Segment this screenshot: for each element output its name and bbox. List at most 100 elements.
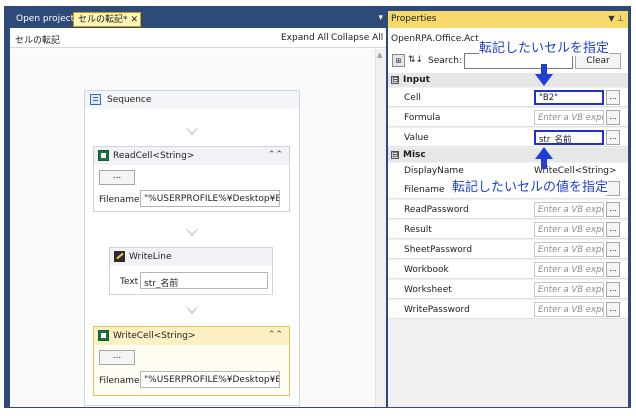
collapse-toggle-icon[interactable]: ⊟ <box>391 76 399 84</box>
writeline-header: WriteLine <box>110 248 272 266</box>
collapse-chevron-icon[interactable]: ⌃⌃ <box>268 330 283 340</box>
property-grid-empty-area <box>388 320 628 407</box>
property-row-sheetpassword: SheetPassword Enter a VB expr ... <box>388 240 628 259</box>
expression-editor-button[interactable]: ... <box>606 282 620 297</box>
sequence-icon <box>90 94 101 105</box>
sequence-title: Sequence <box>107 95 152 105</box>
drop-target-arrow-icon <box>186 128 198 135</box>
property-name: Worksheet <box>404 285 452 295</box>
sheetpassword-value-field[interactable]: Enter a VB expr <box>534 242 604 257</box>
sequence-header: Sequence <box>85 91 299 109</box>
collapse-all-button[interactable]: Collapse All <box>331 33 383 43</box>
expression-editor-button[interactable]: ... <box>606 90 620 105</box>
selected-type-name: OpenRPA.Office.Act <box>391 34 479 44</box>
property-row-worksheet: Worksheet Enter a VB expr ... <box>388 280 628 299</box>
writecell-filename-field[interactable]: "%USERPROFILE%¥Desktop¥Exc <box>140 371 280 388</box>
properties-title-bar: Properties ▼ ⊥ <box>388 11 628 28</box>
expression-editor-button[interactable]: ... <box>606 110 620 125</box>
writecell-options-button[interactable]: ... <box>99 350 135 365</box>
scroll-up-icon[interactable]: ▲ <box>377 51 382 59</box>
cell-value-field[interactable]: "B2" <box>534 90 604 105</box>
property-row-value: Value str_名前 ... <box>388 128 628 147</box>
filename-browse-button[interactable] <box>606 181 620 196</box>
expression-editor-button[interactable]: ... <box>606 242 620 257</box>
annotation-cell-note: 転記したいセルを指定 <box>479 37 610 56</box>
expand-all-button[interactable]: Expand All <box>281 33 329 43</box>
property-row-cell: Cell "B2" ... <box>388 88 628 107</box>
collapse-chevron-icon[interactable]: ⌃⌃ <box>268 150 283 160</box>
excel-icon <box>98 150 109 161</box>
writeline-text-label: Text <box>120 277 139 287</box>
property-row-displayname: DisplayName WriteCell<String> <box>388 163 628 177</box>
expression-editor-button[interactable]: ... <box>606 302 620 317</box>
writecell-activity[interactable]: WriteCell<String> ⌃⌃ ... Filename "%USER… <box>93 326 290 396</box>
document-tab-bar: Open project セルの転記* ✕ ▾ <box>10 11 386 28</box>
property-name: Workbook <box>404 265 449 275</box>
drop-target-arrow-icon <box>186 307 198 314</box>
property-name: Value <box>404 133 429 143</box>
writeline-title: WriteLine <box>129 252 172 262</box>
property-row-writepassword: WritePassword Enter a VB expr ... <box>388 300 628 319</box>
property-name: WritePassword <box>404 305 470 315</box>
worksheet-value-field[interactable]: Enter a VB expr <box>534 282 604 297</box>
close-icon[interactable]: ✕ <box>131 15 139 25</box>
writeline-icon <box>114 251 125 262</box>
tab-workflow[interactable]: セルの転記* ✕ <box>73 12 142 27</box>
writeline-text-field[interactable]: str_名前 <box>140 272 268 289</box>
readcell-activity[interactable]: ReadCell<String> ⌃⌃ ... Filename "%USERP… <box>93 146 290 212</box>
property-name: Cell <box>404 93 421 103</box>
property-row-workbook: Workbook Enter a VB expr ... <box>388 260 628 279</box>
properties-panel: Properties ▼ ⊥ OpenRPA.Office.Act ⊞ ⇅↓ S… <box>388 11 628 407</box>
result-value-field[interactable]: Enter a VB expr <box>534 222 604 237</box>
writepassword-value-field[interactable]: Enter a VB expr <box>534 302 604 317</box>
properties-title: Properties <box>391 14 437 24</box>
category-input[interactable]: ⊟ Input <box>388 73 628 87</box>
designer-header: セルの転記 Expand All Collapse All <box>10 29 386 48</box>
category-label: Misc <box>403 150 426 160</box>
property-name: ReadPassword <box>404 205 469 215</box>
readcell-header: ReadCell<String> ⌃⌃ <box>94 147 289 165</box>
property-name: DisplayName <box>404 166 464 176</box>
readcell-filename-label: Filename <box>99 195 140 205</box>
collapse-toggle-icon[interactable]: ⊟ <box>391 151 399 159</box>
drop-target-arrow-icon <box>186 229 198 236</box>
property-name: Result <box>404 225 432 235</box>
tab-open-project[interactable]: Open project <box>12 12 78 27</box>
expression-editor-button[interactable]: ... <box>606 202 620 217</box>
workflow-breadcrumb: セルの転記 <box>15 36 61 46</box>
value-value-field[interactable]: str_名前 <box>534 130 604 145</box>
writeline-activity[interactable]: WriteLine Text str_名前 <box>109 247 273 295</box>
property-name: SheetPassword <box>404 245 473 255</box>
property-name: Filename <box>404 185 445 195</box>
excel-icon <box>98 330 109 341</box>
tab-workflow-label: セルの転記* <box>78 15 128 25</box>
property-row-result: Result Enter a VB expr ... <box>388 220 628 239</box>
readcell-options-button[interactable]: ... <box>99 170 135 185</box>
tab-dropdown-icon[interactable]: ▾ <box>378 13 383 23</box>
annotation-value-note: 転記したいセルの値を指定 <box>452 176 609 195</box>
annotation-up-arrow-icon <box>535 147 553 169</box>
property-row-readpassword: ReadPassword Enter a VB expr ... <box>388 200 628 219</box>
annotation-down-arrow-icon <box>535 64 553 86</box>
formula-value-field[interactable]: Enter a VB expr <box>534 110 604 125</box>
expression-editor-button[interactable]: ... <box>606 130 620 145</box>
readpassword-value-field[interactable]: Enter a VB expr <box>534 202 604 217</box>
categorized-view-icon[interactable]: ⊞ <box>392 54 405 67</box>
vertical-scrollbar[interactable]: ▲ <box>375 49 386 407</box>
property-row-formula: Formula Enter a VB expr ... <box>388 108 628 127</box>
pin-dropdown-icon[interactable]: ▼ ⊥ <box>608 14 624 23</box>
expression-editor-button[interactable]: ... <box>606 262 620 277</box>
search-label: Search: <box>428 56 462 66</box>
alphabetical-sort-icon[interactable]: ⇅↓ <box>408 54 423 67</box>
writecell-header: WriteCell<String> ⌃⌃ <box>94 327 289 345</box>
workbook-value-field[interactable]: Enter a VB expr <box>534 262 604 277</box>
readcell-filename-field[interactable]: "%USERPROFILE%¥Desktop¥Exc <box>140 190 280 207</box>
expression-editor-button[interactable]: ... <box>606 222 620 237</box>
category-misc[interactable]: ⊟ Misc <box>388 148 628 162</box>
writecell-filename-label: Filename <box>99 376 140 386</box>
property-grid: ⊟ Input Cell "B2" ... Formula Enter a VB… <box>388 73 628 407</box>
category-label: Input <box>403 75 430 85</box>
writecell-title: WriteCell<String> <box>113 331 196 341</box>
property-name: Formula <box>404 113 441 123</box>
readcell-title: ReadCell<String> <box>113 151 195 161</box>
